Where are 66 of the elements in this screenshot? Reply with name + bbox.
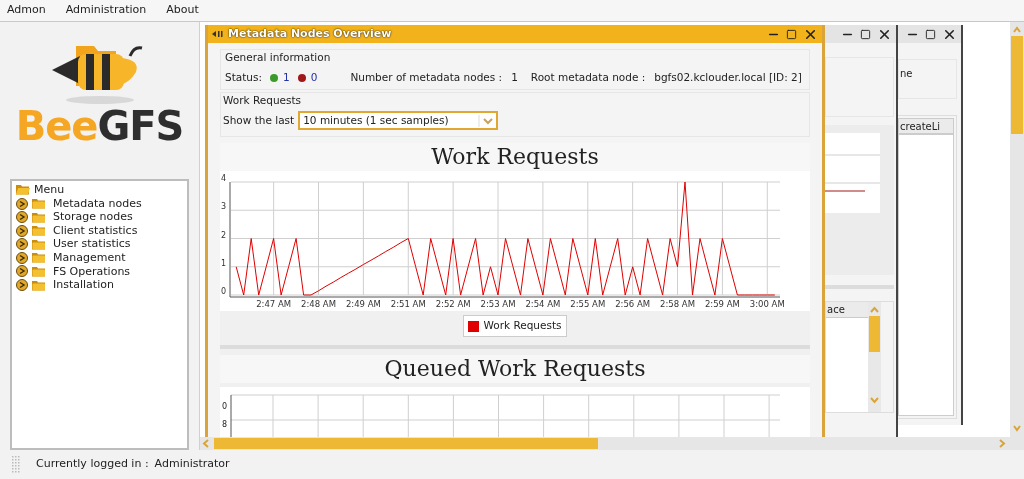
x-tick-label: 2:51 AM	[390, 299, 426, 310]
x-tick-label: 2:47 AM	[256, 299, 292, 310]
x-tick-label: 2:58 AM	[660, 299, 695, 310]
x-tick-label: 2:59 AM	[704, 299, 740, 310]
range-dropdown[interactable]: 10 minutes (1 sec samples)	[298, 111, 499, 131]
root-node-value: bgfs02.kclouder.local [ID: 2]	[654, 69, 802, 85]
x-tick-label: 2:49 AM	[345, 299, 381, 310]
expand-icon[interactable]	[16, 224, 28, 237]
x-tick-label: 3:00 AM	[749, 299, 785, 310]
x-tick-label: 2:56 AM	[615, 299, 651, 310]
tree-item[interactable]: FS Operations	[53, 264, 131, 279]
range-label: Show the last	[223, 112, 295, 128]
root-node-label: Root metadata node :	[530, 69, 646, 85]
expand-icon[interactable]	[16, 238, 28, 251]
group-heading: Work Requests	[223, 92, 303, 108]
x-tick-label: 2:52 AM	[435, 299, 471, 310]
maximize-icon[interactable]	[786, 28, 797, 40]
maximize-icon[interactable]	[860, 28, 871, 40]
tree-root-label[interactable]: Menu	[34, 183, 65, 197]
x-tick-label: 2:48 AM	[301, 299, 336, 310]
window-menu-icon[interactable]	[212, 30, 224, 38]
status-count: 0	[310, 69, 318, 85]
expand-icon[interactable]	[16, 279, 28, 292]
expand-icon[interactable]	[16, 197, 28, 210]
y-tick-label: 0	[221, 287, 227, 297]
maximize-icon[interactable]	[925, 28, 936, 40]
y-tick-label: 4	[221, 174, 227, 184]
y-tick-label: 3	[221, 202, 227, 212]
table-column-header[interactable]: createLi	[898, 118, 954, 134]
node-count: 1	[511, 69, 518, 85]
logo-text: BeeGFS	[15, 106, 184, 146]
menubar-entry[interactable]: Admon	[3, 2, 50, 19]
tree-item[interactable]: Client statistics	[53, 223, 138, 238]
y-tick-label: 8	[222, 421, 228, 429]
group-box	[825, 57, 894, 117]
menubar-entry[interactable]: Administration	[61, 2, 151, 19]
chart-title: Work Requests	[220, 143, 810, 172]
status-count: 1	[283, 69, 290, 85]
y-tick-label: 1	[221, 259, 227, 268]
x-tick-label: 2:55 AM	[570, 299, 606, 310]
tree-item[interactable]: Metadata nodes	[53, 196, 142, 211]
status-user: Administrator	[154, 456, 230, 473]
field-label: ne	[900, 68, 913, 79]
tree-item[interactable]: Installation	[53, 278, 114, 292]
resize-grip-icon	[12, 455, 20, 474]
status-label: Currently logged in :	[36, 456, 149, 473]
tree-item[interactable]: User statistics	[53, 237, 131, 252]
y-tick-label: 2	[221, 230, 227, 240]
menubar-entry[interactable]: About	[162, 2, 203, 19]
horizontal-scrollbar[interactable]	[200, 437, 1024, 450]
x-tick-label: 2:54 AM	[525, 299, 561, 310]
vertical-scrollbar[interactable]	[1010, 22, 1024, 437]
table-column-header[interactable]: ace	[826, 302, 868, 318]
tree-item[interactable]: Management	[53, 251, 126, 265]
window-title: Metadata Nodes Overview	[228, 25, 392, 42]
tree-item[interactable]: Storage nodes	[53, 210, 133, 224]
status-label: Status:	[225, 69, 262, 85]
group-heading: General information	[225, 50, 332, 65]
y-tick-label: 0	[222, 403, 228, 411]
expand-icon[interactable]	[16, 251, 28, 264]
node-count-label: Number of metadata nodes :	[350, 69, 503, 85]
vertical-scrollbar[interactable]	[868, 302, 881, 412]
chart-title: Queued Work Requests	[220, 355, 810, 384]
expand-icon[interactable]	[16, 211, 28, 224]
x-tick-label: 2:53 AM	[480, 299, 516, 310]
expand-icon[interactable]	[16, 265, 28, 278]
